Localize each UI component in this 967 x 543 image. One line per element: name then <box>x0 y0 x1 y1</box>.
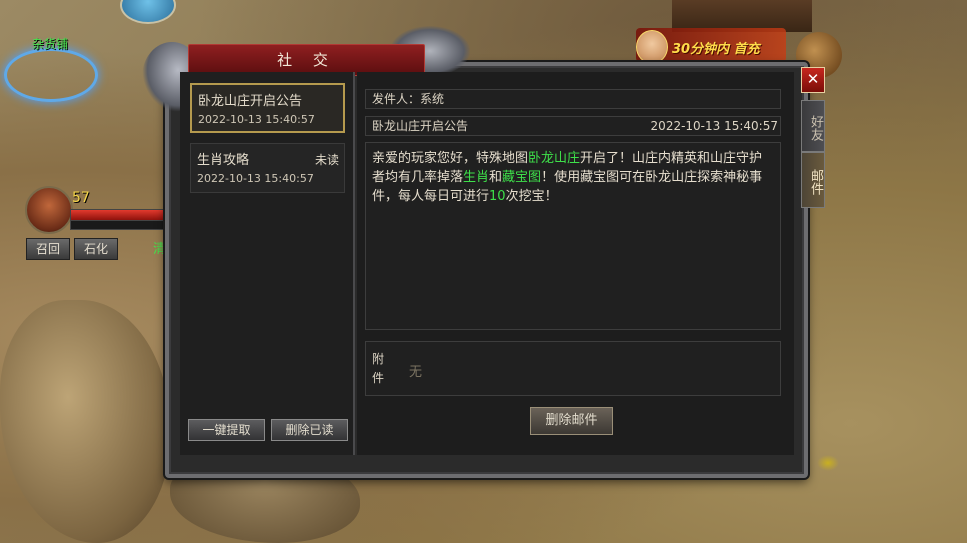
recall-button[interactable]: 召回 <box>26 238 70 260</box>
petrify-button[interactable]: 石化 <box>74 238 118 260</box>
player-level: 57 <box>72 190 90 206</box>
player-avatar[interactable] <box>25 186 73 234</box>
attachment-box <box>365 341 781 396</box>
npc-name-label[interactable]: 杂货铺 <box>32 35 68 52</box>
hp-bar-fill <box>71 210 163 220</box>
body-highlight-treasure-map: 藏宝图 <box>502 170 542 185</box>
mail-date: 2022-10-13 15:40:57 <box>197 172 314 185</box>
body-highlight-count: 10 <box>489 189 506 204</box>
promo-title[interactable]: 30分钟内 首充 <box>672 38 760 57</box>
mail-subject: 卧龙山庄开启公告 <box>198 94 303 109</box>
body-highlight-map: 卧龙山庄 <box>528 151 581 166</box>
mail-subject: 生肖攻略 <box>197 153 250 168</box>
npc-selection-ring[interactable] <box>4 48 98 102</box>
delete-read-button[interactable]: 删除已读 <box>271 419 348 441</box>
promo-portrait-icon <box>636 30 668 64</box>
tab-friends[interactable]: 好友 <box>801 100 825 152</box>
body-text: 亲爱的玩家您好，特殊地图 <box>372 151 529 166</box>
mail-title-row: 卧龙山庄开启公告 2022-10-13 15:40:57 <box>365 116 781 136</box>
body-text: 次挖宝！ <box>505 189 558 204</box>
attachment-value: 无 <box>409 365 423 380</box>
mail-list-item[interactable]: 卧龙山庄开启公告 2022-10-13 15:40:57 <box>190 83 345 133</box>
mp-bar <box>70 220 164 230</box>
pet-icon[interactable] <box>120 0 176 24</box>
unread-badge: 未读 <box>314 153 339 167</box>
mail-list-item[interactable]: 生肖攻略 未读 2022-10-13 15:40:57 <box>190 143 345 193</box>
body-highlight-zodiac: 生肖 <box>463 170 490 185</box>
body-text: 和 <box>489 170 503 185</box>
delete-mail-button[interactable]: 删除邮件 <box>530 407 613 435</box>
close-button[interactable]: ✕ <box>801 67 825 93</box>
mail-title: 卧龙山庄开启公告 <box>372 119 469 133</box>
tab-mail[interactable]: 邮件 <box>801 152 825 208</box>
attachment-label: 附件 <box>372 352 385 385</box>
claim-all-button[interactable]: 一键提取 <box>188 419 265 441</box>
mail-body: 亲爱的玩家您好，特殊地图卧龙山庄开启了！山庄内精英和山庄守护者均有几率掉落生肖和… <box>365 142 781 330</box>
mail-detail-date: 2022-10-13 15:40:57 <box>650 119 778 133</box>
decor-plant <box>817 455 839 471</box>
mail-date: 2022-10-13 15:40:57 <box>198 113 315 126</box>
mail-sender: 发件人：系统 <box>365 89 781 109</box>
terrain-rock <box>0 300 170 543</box>
